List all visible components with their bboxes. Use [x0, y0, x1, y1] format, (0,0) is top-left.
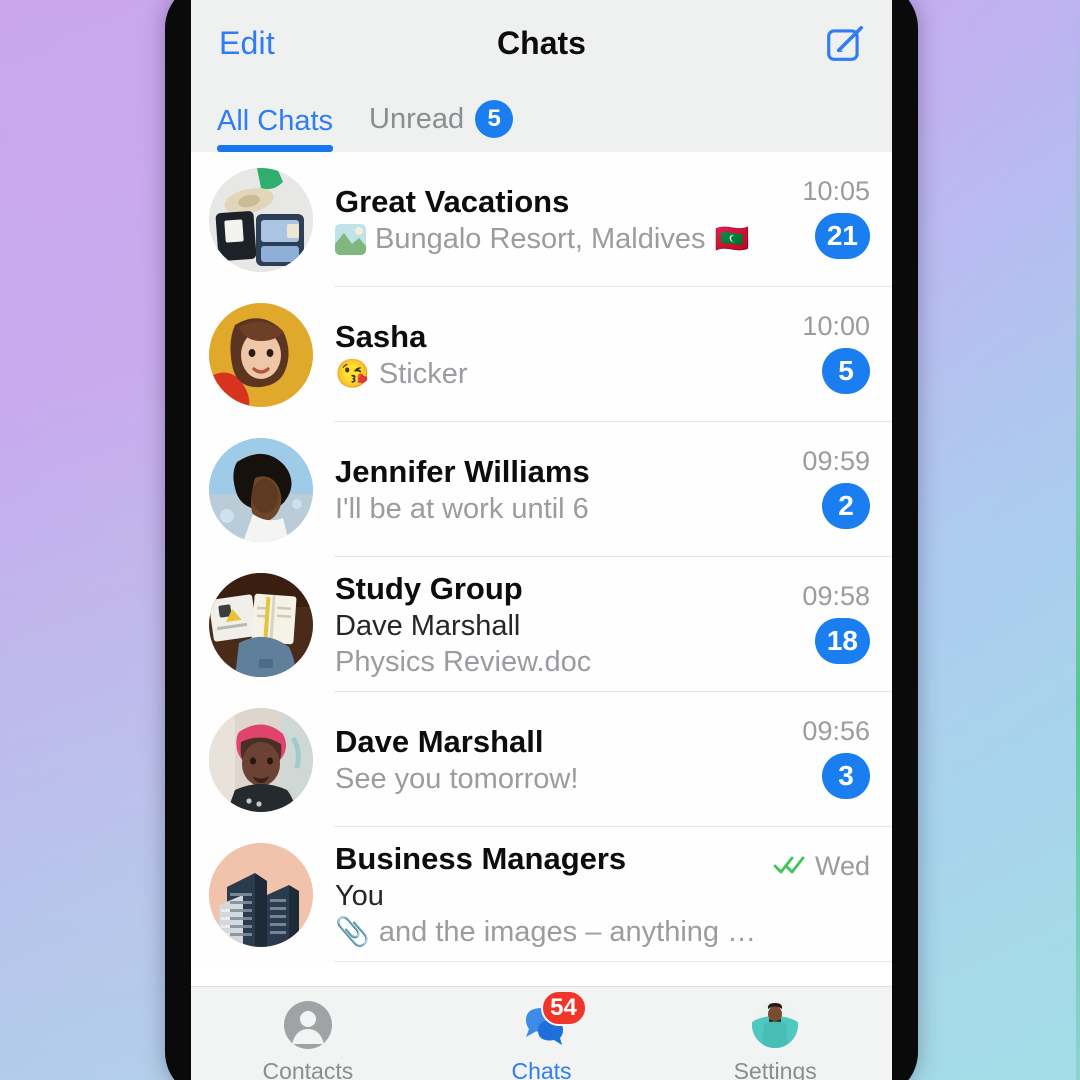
chat-preview-text: Bungalo Resort, Maldives [375, 222, 706, 255]
table-row[interactable]: Jennifer Williams I'll be at work until … [191, 422, 892, 557]
unread-count-badge: 18 [814, 618, 870, 664]
chat-title: Business Managers [335, 840, 627, 876]
tab-contacts[interactable]: Contacts [191, 1000, 425, 1080]
row-main: Jennifer Williams I'll be at work until … [335, 454, 790, 526]
segment-tab-all-chats-label: All Chats [217, 105, 334, 137]
contacts-person-icon [283, 1000, 333, 1050]
avatar [209, 842, 313, 947]
unread-count-badge: 5 [822, 348, 870, 394]
table-row[interactable]: Study Group Dave Marshall Physics Review… [191, 557, 892, 692]
chat-timestamp: 09:58 [802, 581, 870, 611]
chat-title: Study Group [335, 570, 523, 606]
phone-device-frame: Edit Chats All Chats Unread 5 Great Vaca… [165, 0, 918, 1080]
avatar [209, 302, 313, 407]
nav-header: Edit Chats All Chats Unread 5 [191, 0, 892, 152]
kissing-face-icon: 😘 [335, 358, 370, 389]
row-main: Dave Marshall See you tomorrow! [335, 724, 790, 796]
nav-top-bar: Edit Chats [191, 0, 892, 86]
read-receipt-double-check-icon [773, 851, 807, 882]
table-row[interactable]: Great Vacations Bungalo Resort, Maldives [191, 152, 892, 287]
chat-timestamp: 09:56 [802, 716, 870, 746]
chats-unread-badge: 54 [540, 990, 587, 1026]
bottom-tab-bar: Contacts 54 Chats Settings [191, 986, 892, 1080]
chat-timestamp-text: Wed [814, 851, 870, 881]
paperclip-icon: 📎 [335, 916, 370, 947]
segment-tab-bar: All Chats Unread 5 [191, 86, 892, 152]
row-meta: 10:05 21 [790, 152, 870, 287]
row-meta: 10:00 5 [790, 287, 870, 422]
row-meta: 09:59 2 [790, 422, 870, 557]
tab-contacts-label: Contacts [262, 1058, 354, 1080]
table-row[interactable]: Sasha 😘 Sticker 10:00 5 [191, 287, 892, 422]
chat-timestamp: 10:00 [802, 311, 870, 341]
segment-tab-unread-label: Unread [369, 102, 465, 135]
chat-preview-text: Sticker [378, 357, 468, 390]
table-row[interactable]: Dave Marshall See you tomorrow! 09:56 3 [191, 692, 892, 827]
chat-preview: I'll be at work until 6 [335, 493, 790, 526]
row-main: Great Vacations Bungalo Resort, Maldives [335, 184, 790, 256]
tab-settings[interactable]: Settings [658, 1000, 892, 1080]
chat-preview-text: and the images – anything else @Dire… [378, 915, 761, 948]
chats-bubbles-icon: 54 [517, 990, 587, 1050]
row-separator [334, 961, 892, 962]
row-meta: 09:56 3 [790, 692, 870, 827]
chat-preview-text: See you tomorrow! [335, 762, 579, 795]
row-main: Sasha 😘 Sticker [335, 319, 790, 391]
edit-button[interactable]: Edit [219, 25, 275, 62]
tab-settings-label: Settings [733, 1058, 817, 1080]
avatar [209, 167, 313, 272]
chat-preview: Bungalo Resort, Maldives 🇲🇻 [335, 223, 790, 256]
chat-timestamp: 09:59 [802, 446, 870, 476]
row-main: Business Managers You 📎 and the images –… [335, 841, 761, 949]
wallpaper-background: Edit Chats All Chats Unread 5 Great Vaca… [0, 0, 1080, 1080]
chat-preview: 📎 and the images – anything else @Dire… [335, 916, 761, 949]
chat-preview: See you tomorrow! [335, 763, 790, 796]
settings-avatar-icon [750, 1000, 800, 1050]
chat-timestamp: 10:05 [802, 176, 870, 206]
avatar [209, 572, 313, 677]
page-title: Chats [497, 24, 586, 61]
chat-preview-text: Physics Review.doc [335, 645, 592, 678]
row-meta: 09:58 18 [790, 557, 870, 692]
chat-title: Jennifer Williams [335, 453, 590, 489]
phone-screen: Edit Chats All Chats Unread 5 Great Vaca… [191, 0, 892, 1080]
segment-tab-unread[interactable]: Unread 5 [369, 100, 514, 152]
compose-pencil-icon[interactable] [824, 22, 866, 64]
chat-title: Great Vacations [335, 183, 570, 219]
photo-thumb-icon [335, 223, 366, 255]
unread-count-badge: 5 [475, 100, 514, 138]
chat-sender: Dave Marshall [335, 609, 521, 642]
table-row[interactable]: Business Managers You 📎 and the images –… [191, 827, 892, 962]
chat-title: Sasha [335, 318, 427, 354]
avatar [209, 707, 313, 812]
chat-preview-text: I'll be at work until 6 [335, 492, 589, 525]
chat-preview: 😘 Sticker [335, 358, 790, 391]
unread-count-badge: 21 [814, 213, 870, 259]
chat-preview: Physics Review.doc [335, 646, 790, 679]
chat-title: Dave Marshall [335, 723, 544, 759]
segment-tab-all-chats[interactable]: All Chats [217, 105, 334, 152]
chat-sender: You [335, 879, 384, 912]
chat-list[interactable]: Great Vacations Bungalo Resort, Maldives [191, 152, 892, 986]
row-main: Study Group Dave Marshall Physics Review… [335, 571, 790, 679]
unread-count-badge: 2 [822, 483, 870, 529]
chat-timestamp: Wed [773, 851, 870, 882]
maldives-flag-icon: 🇲🇻 [714, 223, 750, 254]
unread-count-badge: 3 [822, 753, 870, 799]
avatar [209, 437, 313, 542]
row-meta: Wed [761, 827, 870, 962]
tab-chats[interactable]: 54 Chats [425, 990, 659, 1080]
segment-active-underline [217, 145, 334, 152]
tab-chats-label: Chats [511, 1058, 572, 1080]
avatar [752, 1002, 799, 1048]
